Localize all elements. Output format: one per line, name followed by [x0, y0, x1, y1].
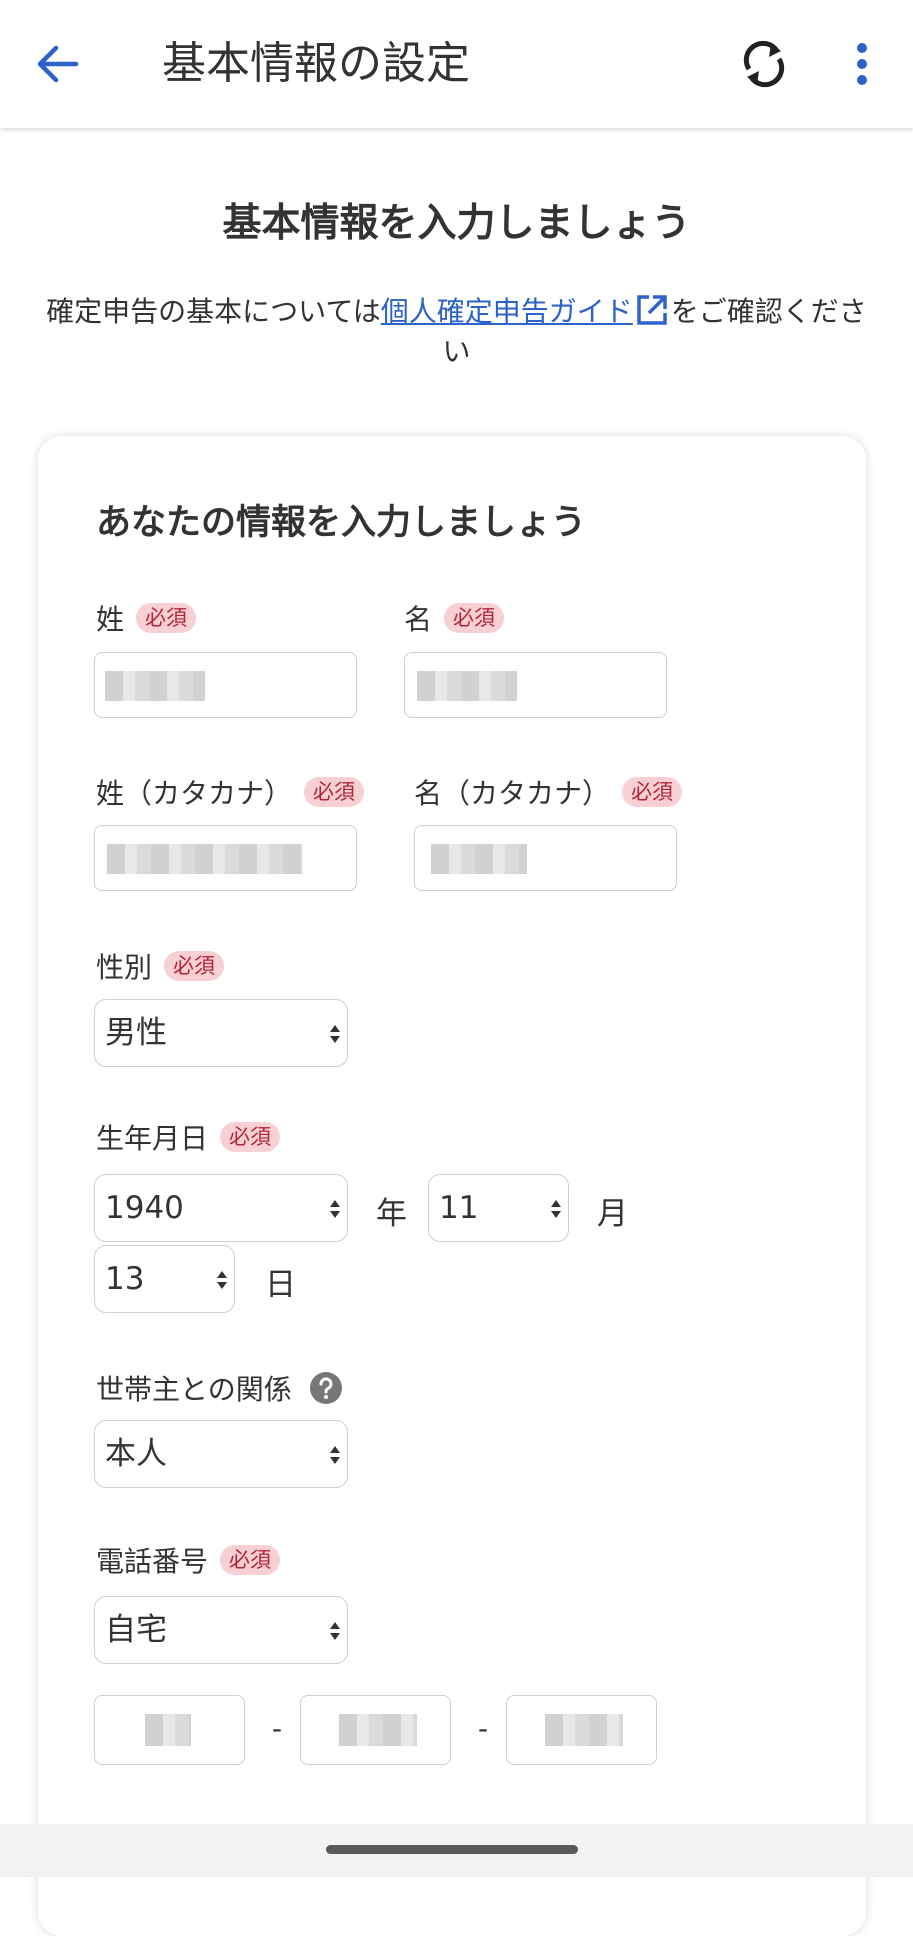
birth-day-value: 13 — [105, 1261, 145, 1297]
first-name-input[interactable] — [404, 652, 667, 718]
page-heading: 基本情報を入力しましょう — [222, 201, 691, 246]
home-gesture-bar[interactable] — [326, 1845, 578, 1854]
help-icon[interactable] — [309, 1372, 342, 1404]
select-arrows-icon — [330, 1025, 340, 1043]
select-arrows-icon — [551, 1200, 561, 1218]
required-badge: 必須 — [164, 951, 225, 981]
more-options-button[interactable] — [842, 30, 882, 98]
card-title: あなたの情報を入力しましょう — [96, 503, 587, 543]
last-name-kana-input[interactable] — [94, 825, 357, 891]
gender-value: 男性 — [105, 1015, 167, 1051]
gender-select[interactable]: 男性 — [94, 999, 348, 1067]
intro-text: 確定申告の基本については個人確定申告ガイド をご確認ください — [40, 292, 873, 372]
more-vert-icon — [857, 43, 867, 85]
select-arrows-icon — [330, 1446, 340, 1464]
first-name-kana-label-text: 名（カタカナ） — [414, 777, 611, 810]
gender-label: 性別 必須 — [96, 946, 225, 986]
redacted-value — [417, 671, 517, 701]
phone-type-select[interactable]: 自宅 — [94, 1596, 348, 1664]
redacted-value — [431, 844, 527, 874]
last-name-label: 姓 必須 — [96, 598, 197, 638]
birth-month-select[interactable]: 11 — [428, 1174, 569, 1242]
external-link-icon[interactable] — [635, 293, 669, 327]
birth-month-value: 11 — [439, 1190, 479, 1226]
arrow-left-icon — [37, 45, 79, 83]
first-name-kana-input[interactable] — [414, 825, 677, 891]
required-badge: 必須 — [444, 603, 505, 633]
intro-before: 確定申告の基本については — [46, 295, 381, 328]
relationship-label: 世帯主との関係 — [96, 1368, 342, 1408]
redacted-value — [545, 1714, 623, 1746]
first-name-label: 名 必須 — [404, 598, 505, 638]
last-name-kana-label-text: 姓（カタカナ） — [96, 777, 293, 810]
redacted-value — [339, 1714, 417, 1746]
required-badge: 必須 — [304, 777, 365, 807]
birthdate-label: 生年月日 必須 — [96, 1117, 281, 1157]
year-unit: 年 — [376, 1196, 407, 1232]
gender-label-text: 性別 — [96, 951, 153, 984]
required-badge: 必須 — [622, 777, 683, 807]
last-name-input[interactable] — [94, 652, 357, 718]
birth-year-value: 1940 — [105, 1190, 184, 1226]
relationship-label-text: 世帯主との関係 — [96, 1373, 292, 1406]
relationship-value: 本人 — [105, 1436, 167, 1472]
phone-part3-input[interactable] — [506, 1695, 657, 1765]
phone-label-text: 電話番号 — [96, 1545, 209, 1578]
month-unit: 月 — [597, 1196, 628, 1232]
sync-button[interactable] — [732, 30, 796, 98]
app-bar: 基本情報の設定 — [0, 0, 913, 128]
phone-part1-input[interactable] — [94, 1695, 245, 1765]
select-arrows-icon — [330, 1200, 340, 1218]
redacted-value — [105, 671, 205, 701]
phone-part2-input[interactable] — [300, 1695, 451, 1765]
relationship-select[interactable]: 本人 — [94, 1420, 348, 1488]
select-arrows-icon — [217, 1271, 227, 1289]
app-title: 基本情報の設定 — [162, 38, 470, 89]
tax-guide-link[interactable]: 個人確定申告ガイド — [381, 295, 633, 328]
birthdate-label-text: 生年月日 — [96, 1122, 209, 1155]
sync-icon — [743, 40, 785, 88]
last-name-label-text: 姓 — [96, 603, 125, 636]
phone-type-value: 自宅 — [105, 1612, 167, 1648]
last-name-kana-label: 姓（カタカナ） 必須 — [96, 772, 365, 812]
required-badge: 必須 — [220, 1545, 281, 1575]
select-arrows-icon — [330, 1622, 340, 1640]
phone-label: 電話番号 必須 — [96, 1540, 281, 1580]
back-button[interactable] — [30, 34, 86, 94]
day-unit: 日 — [265, 1267, 296, 1303]
required-badge: 必須 — [136, 603, 197, 633]
redacted-value — [145, 1714, 191, 1746]
birth-year-select[interactable]: 1940 — [94, 1174, 348, 1242]
phone-separator: - — [272, 1712, 283, 1745]
redacted-value — [107, 844, 303, 874]
first-name-label-text: 名 — [404, 603, 433, 636]
required-badge: 必須 — [220, 1122, 281, 1152]
birth-day-select[interactable]: 13 — [94, 1245, 235, 1313]
phone-separator: - — [478, 1712, 489, 1745]
first-name-kana-label: 名（カタカナ） 必須 — [414, 772, 683, 812]
